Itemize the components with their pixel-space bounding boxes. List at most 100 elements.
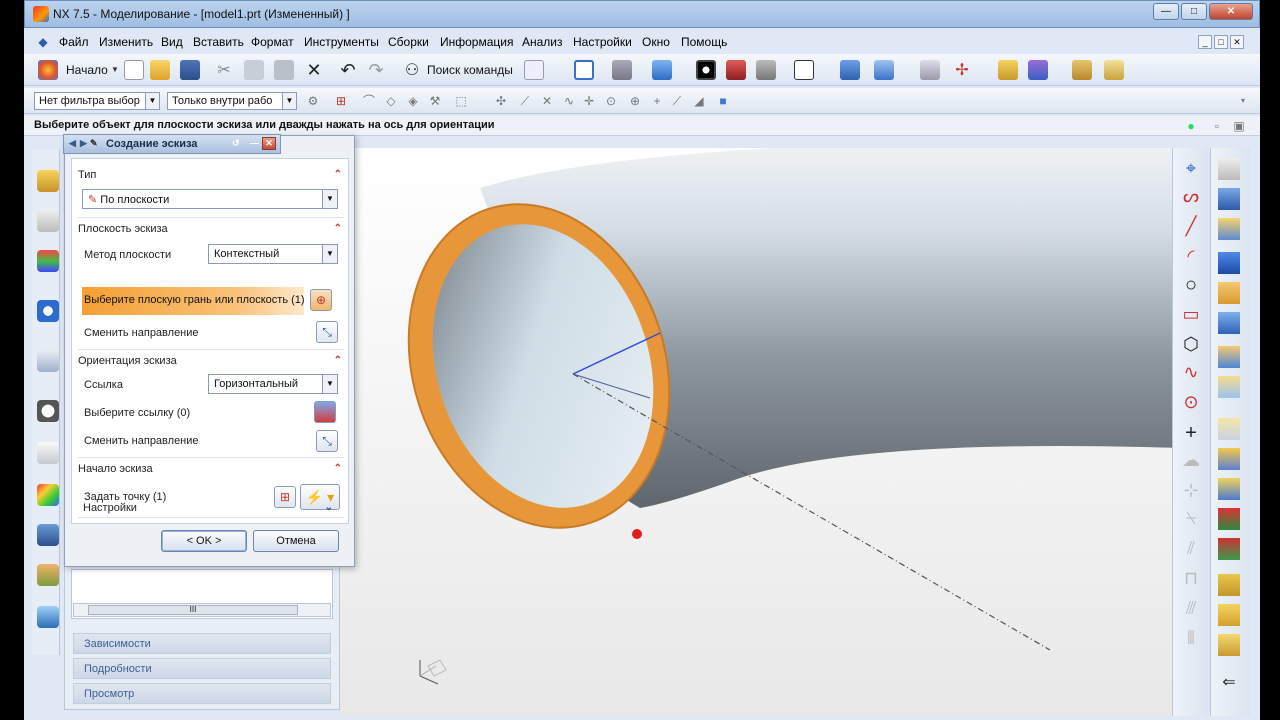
face-rule-icon[interactable]: ◇	[384, 94, 398, 108]
arc-icon[interactable]: ◜	[1180, 246, 1202, 268]
select-reference-button[interactable]	[314, 401, 336, 423]
shaded-cube-icon[interactable]	[652, 60, 672, 80]
extend-icon[interactable]: ⦀	[1180, 628, 1202, 650]
measure-icon[interactable]	[1072, 60, 1092, 80]
menu-view[interactable]: Вид	[161, 35, 183, 49]
curve-rule-icon[interactable]: ⌒	[362, 94, 376, 108]
bounded-grid-icon[interactable]: ■	[716, 94, 730, 108]
menu-preferences[interactable]: Настройки	[573, 35, 632, 49]
cylinder-icon[interactable]	[1218, 282, 1240, 304]
pattern-feature-icon[interactable]	[1218, 448, 1240, 470]
palette-icon[interactable]	[37, 484, 59, 506]
menu-file[interactable]: Файл	[59, 35, 89, 49]
copy-icon[interactable]	[244, 60, 264, 80]
intersection-icon[interactable]: ∿	[562, 94, 576, 108]
polygon-icon[interactable]: ⬡	[1180, 334, 1202, 356]
undo-icon[interactable]: ↶	[338, 60, 358, 80]
body-rule-icon[interactable]: ◈	[406, 94, 420, 108]
arc-center-icon[interactable]: ⊙	[604, 94, 618, 108]
existing-point-icon[interactable]: +	[650, 94, 664, 108]
edge-blend-icon[interactable]	[1218, 478, 1240, 500]
info-cursor-icon[interactable]	[524, 60, 544, 80]
rectangle-icon[interactable]: ▭	[1180, 304, 1202, 326]
menu-analysis[interactable]: Анализ	[522, 35, 563, 49]
chevron-down-icon[interactable]: ▼	[108, 63, 122, 77]
center-point-icon[interactable]: ✛	[582, 94, 596, 108]
draft-icon[interactable]	[1218, 538, 1240, 560]
system-materials-icon[interactable]	[37, 442, 59, 464]
control-point-icon[interactable]: ✕	[540, 94, 554, 108]
restore-icon[interactable]: ▫	[1210, 119, 1224, 133]
dialog-forward-icon[interactable]: ▶	[80, 138, 87, 149]
constraint-icon[interactable]	[1028, 60, 1048, 80]
dialog-back-icon[interactable]: ◀	[69, 138, 76, 149]
menu-edit[interactable]: Изменить	[99, 35, 153, 49]
orientation-group-header[interactable]	[78, 333, 344, 349]
menu-tools[interactable]: Инструменты	[304, 35, 379, 49]
trim-icon[interactable]: ⫻	[1180, 598, 1202, 620]
orientation-group-title[interactable]: Ориентация эскиза ⌃	[78, 355, 344, 371]
section-dependencies[interactable]: Зависимости	[73, 633, 331, 654]
paste-icon[interactable]	[274, 60, 294, 80]
gray-cube-icon[interactable]	[756, 60, 776, 80]
snap-icon[interactable]: ✢	[952, 60, 972, 80]
delete-icon[interactable]: ✕	[304, 60, 324, 80]
menu-assemblies[interactable]: Сборки	[388, 35, 429, 49]
profile-icon[interactable]: ᔕ	[1180, 186, 1202, 208]
fullscreen-icon[interactable]: ▣	[1232, 119, 1246, 133]
filter-settings-icon[interactable]: ⚙	[306, 94, 320, 108]
toolbar-overflow-icon[interactable]: ▾	[1236, 94, 1250, 108]
fit-view-icon[interactable]	[574, 60, 594, 80]
origin-group-header[interactable]: Начало эскиза ⌃	[78, 463, 344, 479]
expand-chevron-icon[interactable]: ⌄	[325, 502, 333, 513]
section-preview[interactable]: Просмотр	[73, 683, 331, 704]
collapse-chevron-icon[interactable]: ⌃	[334, 223, 342, 234]
collapse-icon[interactable]: —	[250, 138, 259, 148]
start-icon[interactable]	[38, 60, 58, 80]
ok-button[interactable]: < OK >	[161, 530, 247, 552]
mdi-restore-button[interactable]: □	[1214, 35, 1228, 49]
midpoint-icon[interactable]: ⟋	[518, 94, 532, 108]
mirror-curve-icon[interactable]: ⍀	[1180, 508, 1202, 530]
constraint-navigator-icon[interactable]	[37, 210, 59, 232]
quadrant-icon[interactable]: ⊕	[628, 94, 642, 108]
sketch-icon[interactable]: ⌖	[1180, 158, 1202, 180]
revolve-icon[interactable]	[1218, 218, 1240, 240]
open-folder-icon[interactable]	[150, 60, 170, 80]
section-details[interactable]: Подробности	[73, 658, 331, 679]
menu-information[interactable]: Информация	[440, 35, 513, 49]
minimize-button[interactable]: —	[1153, 3, 1179, 20]
plane-group-header[interactable]: Плоскость эскиза ⌃	[78, 223, 344, 239]
shading-mode-icon[interactable]	[696, 60, 716, 80]
save-icon[interactable]	[180, 60, 200, 80]
model-view[interactable]	[340, 148, 1172, 716]
snap-point-icon[interactable]: ⊞	[334, 94, 348, 108]
intersection-point-icon[interactable]: ⫽	[1180, 538, 1202, 560]
reuse-library-icon[interactable]	[37, 300, 59, 322]
layer-icon[interactable]	[920, 60, 940, 80]
trim-body-icon[interactable]	[1218, 604, 1240, 626]
close-button[interactable]: ✕	[1209, 3, 1253, 20]
cancel-button[interactable]: Отмена	[253, 530, 339, 552]
assembly-navigator-icon[interactable]	[37, 170, 59, 192]
part-navigator-icon[interactable]	[37, 250, 59, 272]
unite-icon[interactable]	[1218, 312, 1240, 334]
dialog-title-bar[interactable]: ◀ ▶ ✎ Создание эскиза ↺ — ✕	[63, 134, 281, 154]
offset-curve-icon[interactable]: ☁	[1180, 450, 1202, 472]
datum-plane-icon[interactable]	[1218, 158, 1240, 180]
history-icon[interactable]	[37, 400, 59, 422]
feature-rule-icon[interactable]: ⚒	[428, 94, 442, 108]
point-icon[interactable]: +	[1180, 422, 1202, 444]
red-cube-icon[interactable]	[726, 60, 746, 80]
circle-icon[interactable]: ○	[1180, 274, 1202, 296]
background-icon[interactable]	[794, 60, 814, 80]
spline-icon[interactable]: ∿	[1180, 362, 1202, 384]
collapse-chevron-icon[interactable]: ⌃	[334, 169, 342, 180]
ellipse-icon[interactable]: ⊙	[1180, 392, 1202, 414]
roles-icon[interactable]	[37, 564, 59, 586]
cut-icon[interactable]: ✂	[214, 60, 234, 80]
split-body-icon[interactable]	[1218, 634, 1240, 656]
horizontal-scrollbar[interactable]: III	[73, 603, 331, 617]
intersect-icon[interactable]	[1218, 376, 1240, 398]
shell-icon[interactable]	[1218, 574, 1240, 596]
